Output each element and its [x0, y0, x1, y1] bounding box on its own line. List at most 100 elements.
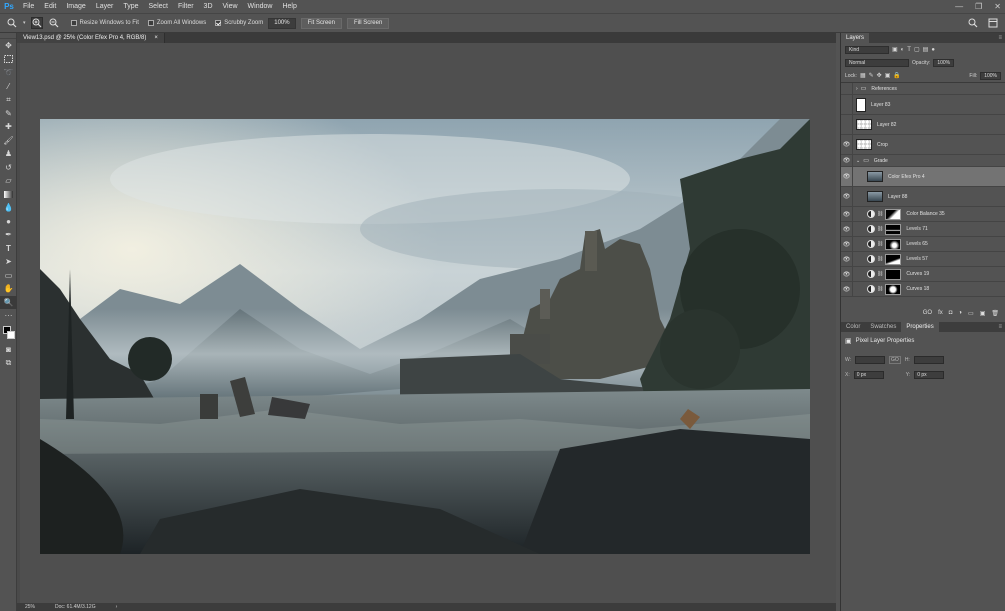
menu-help[interactable]: Help: [277, 0, 301, 13]
quick-select-tool-icon[interactable]: ⁄: [0, 80, 17, 94]
move-tool-icon[interactable]: ✥: [0, 39, 17, 53]
menu-layer[interactable]: Layer: [91, 0, 119, 13]
tab-layers[interactable]: Layers: [841, 33, 870, 43]
visibility-eye-icon[interactable]: 👁: [841, 166, 853, 187]
path-select-tool-icon[interactable]: ➤: [0, 255, 17, 269]
screen-mode-icon[interactable]: ⧉: [0, 356, 17, 370]
crop-tool-icon[interactable]: ⌗: [0, 93, 17, 107]
layer-mask-thumbnail[interactable]: [885, 268, 902, 280]
visibility-eye-icon[interactable]: 👁: [841, 236, 853, 252]
visibility-eye-icon[interactable]: 👁: [841, 186, 853, 207]
add-mask-icon[interactable]: ◘: [949, 310, 953, 316]
visibility-eye-icon[interactable]: 👁: [841, 251, 853, 267]
canvas-image[interactable]: [40, 119, 810, 554]
panel-menu-icon[interactable]: ≡: [998, 33, 1002, 43]
menu-type[interactable]: Type: [118, 0, 143, 13]
collapse-arrow-icon[interactable]: ⌄: [856, 158, 860, 164]
menu-image[interactable]: Image: [61, 0, 90, 13]
width-field[interactable]: [855, 356, 886, 364]
lock-artboard-icon[interactable]: ▣: [885, 72, 891, 79]
workspace-icon[interactable]: [987, 17, 999, 29]
visibility-off-icon[interactable]: [841, 114, 853, 135]
rectangle-tool-icon[interactable]: ▭: [0, 269, 17, 283]
close-button[interactable]: ✕: [994, 0, 1001, 13]
lock-position-icon[interactable]: ✥: [877, 72, 882, 79]
lasso-tool-icon[interactable]: ➰: [0, 66, 17, 80]
x-field[interactable]: 0 px: [853, 371, 884, 379]
hand-tool-icon[interactable]: ✋: [0, 282, 17, 296]
eyedropper-tool-icon[interactable]: ✎: [0, 107, 17, 121]
visibility-eye-icon[interactable]: 👁: [841, 154, 853, 167]
link-layers-icon[interactable]: GO: [923, 310, 932, 316]
expand-arrow-icon[interactable]: ›: [856, 86, 858, 92]
fill-field[interactable]: 100%: [980, 71, 1001, 80]
kind-filter-select[interactable]: Kind: [845, 45, 889, 54]
layer-mask-thumbnail[interactable]: [885, 238, 902, 250]
layer-mask-thumbnail[interactable]: [885, 223, 902, 235]
layer-row-layer-82[interactable]: Layer 82: [841, 114, 1005, 135]
layer-row-levels-65[interactable]: 👁 ⛓ Levels 65: [841, 236, 1005, 252]
visibility-eye-icon[interactable]: 👁: [841, 206, 853, 222]
layer-row-crop[interactable]: 👁 Crop: [841, 134, 1005, 155]
color-swatches[interactable]: [0, 323, 16, 343]
layer-mask-thumbnail[interactable]: [885, 283, 902, 295]
eraser-tool-icon[interactable]: ▱: [0, 174, 17, 188]
dodge-tool-icon[interactable]: ●: [0, 215, 17, 229]
lock-transparency-icon[interactable]: ▦: [860, 72, 866, 79]
filter-shape-icon[interactable]: ▢: [914, 46, 920, 53]
marquee-tool-icon[interactable]: [0, 53, 17, 67]
menu-view[interactable]: View: [218, 0, 243, 13]
layer-mask-thumbnail[interactable]: [885, 208, 902, 220]
zoom-out-icon[interactable]: [48, 17, 60, 29]
fx-icon[interactable]: fx: [938, 310, 943, 316]
layer-row-curves-18[interactable]: 👁 ⛓ Curves 18: [841, 281, 1005, 297]
menu-select[interactable]: Select: [144, 0, 173, 13]
lock-pixels-icon[interactable]: ✎: [869, 72, 874, 79]
healing-brush-tool-icon[interactable]: ✚: [0, 120, 17, 134]
brush-tool-icon[interactable]: 🖌: [0, 134, 17, 148]
y-field[interactable]: 0 px: [914, 371, 945, 379]
filter-type-icon[interactable]: T: [907, 47, 911, 53]
close-tab-icon[interactable]: ×: [154, 33, 158, 43]
zoom-100-button[interactable]: 100%: [268, 17, 296, 29]
layer-row-color-balance-35[interactable]: 👁 ⛓ Color Balance 35: [841, 206, 1005, 222]
visibility-eye-icon[interactable]: 👁: [841, 266, 853, 282]
menu-filter[interactable]: Filter: [173, 0, 199, 13]
panel-menu-icon[interactable]: ≡: [998, 322, 1002, 332]
preset-dropdown-arrow-icon[interactable]: ▾: [23, 20, 26, 26]
resize-windows-checkbox[interactable]: Resize Windows to Fit: [70, 20, 139, 26]
height-field[interactable]: [913, 356, 944, 364]
quick-mask-icon[interactable]: ◙: [0, 343, 17, 357]
status-arrow-icon[interactable]: ›: [116, 603, 118, 611]
layer-row-curves-19[interactable]: 👁 ⛓ Curves 19: [841, 266, 1005, 282]
layer-mask-thumbnail[interactable]: [885, 253, 902, 265]
minimize-button[interactable]: —: [955, 0, 963, 13]
fill-screen-button[interactable]: Fill Screen: [346, 17, 390, 29]
tab-color[interactable]: Color: [841, 322, 865, 332]
filter-smart-object-icon[interactable]: ▤: [923, 46, 929, 53]
search-icon[interactable]: [967, 17, 979, 29]
layer-row-grade[interactable]: 👁 ⌄ ▭ Grade: [841, 154, 1005, 167]
gradient-tool-icon[interactable]: [0, 188, 17, 202]
visibility-off-icon[interactable]: [841, 82, 853, 95]
tab-properties[interactable]: Properties: [901, 322, 939, 332]
tab-swatches[interactable]: Swatches: [865, 322, 901, 332]
layer-row-layer-83[interactable]: Layer 83: [841, 94, 1005, 115]
menu-3d[interactable]: 3D: [199, 0, 218, 13]
menu-window[interactable]: Window: [243, 0, 278, 13]
new-group-icon[interactable]: ▭: [968, 310, 974, 317]
visibility-eye-icon[interactable]: 👁: [841, 221, 853, 237]
restore-button[interactable]: ❐: [975, 0, 982, 13]
type-tool-icon[interactable]: T: [0, 242, 17, 256]
pen-tool-icon[interactable]: ✒: [0, 228, 17, 242]
layer-row-levels-71[interactable]: 👁 ⛓ Levels 71: [841, 221, 1005, 237]
delete-layer-icon[interactable]: 🗑: [991, 310, 999, 317]
layer-row-levels-57[interactable]: 👁 ⛓ Levels 57: [841, 251, 1005, 267]
new-layer-icon[interactable]: ▣: [980, 310, 986, 317]
zoom-tool-preset-icon[interactable]: [6, 17, 18, 29]
fit-screen-button[interactable]: Fit Screen: [300, 17, 342, 29]
link-dimensions-icon[interactable]: GO: [889, 356, 901, 364]
clone-stamp-tool-icon[interactable]: ♟: [0, 147, 17, 161]
scrubby-zoom-checkbox[interactable]: Scrubby Zoom: [215, 20, 263, 26]
document-tab[interactable]: View13.psd @ 25% (Color Efex Pro 4, RGB/…: [17, 33, 165, 43]
